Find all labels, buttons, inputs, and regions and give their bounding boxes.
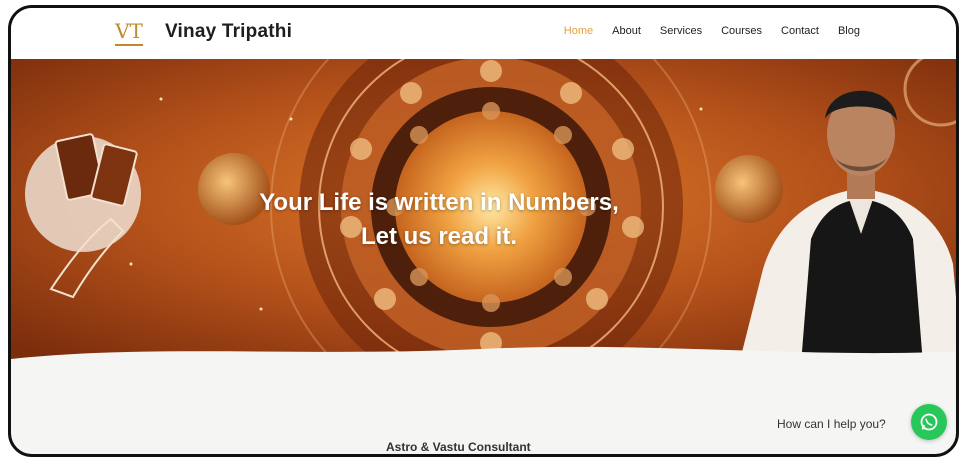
header: VT Vinay Tripathi Home About Services Co… <box>11 8 956 59</box>
whatsapp-button[interactable] <box>911 404 947 440</box>
whatsapp-icon <box>920 413 938 431</box>
brand-name[interactable]: Vinay Tripathi <box>165 21 292 43</box>
hero-line-2: Let us read it. <box>360 223 518 250</box>
logo-text: VT <box>114 19 143 43</box>
chat-prompt[interactable]: How can I help you? <box>777 417 886 431</box>
main-nav: Home About Services Courses Contact Blog <box>564 25 860 37</box>
hero-line-1: Your Life is written in Numbers, <box>259 189 619 216</box>
nav-item-blog[interactable]: Blog <box>838 25 860 37</box>
site-logo[interactable]: VT <box>109 16 149 52</box>
nav-item-contact[interactable]: Contact <box>781 25 819 37</box>
nav-item-home[interactable]: Home <box>564 25 593 37</box>
browser-frame: VT Vinay Tripathi Home About Services Co… <box>8 5 959 457</box>
nav-item-about[interactable]: About <box>612 25 641 37</box>
planet-right <box>715 155 783 223</box>
section-heading: Astro & Vastu Consultant <box>386 440 531 454</box>
hero-headline: Your Life is written in Numbers, Let us … <box>211 186 667 254</box>
nav-item-services[interactable]: Services <box>660 25 702 37</box>
hero-banner: Your Life is written in Numbers, Let us … <box>11 59 956 364</box>
section-image <box>163 455 353 457</box>
nav-item-courses[interactable]: Courses <box>721 25 762 37</box>
